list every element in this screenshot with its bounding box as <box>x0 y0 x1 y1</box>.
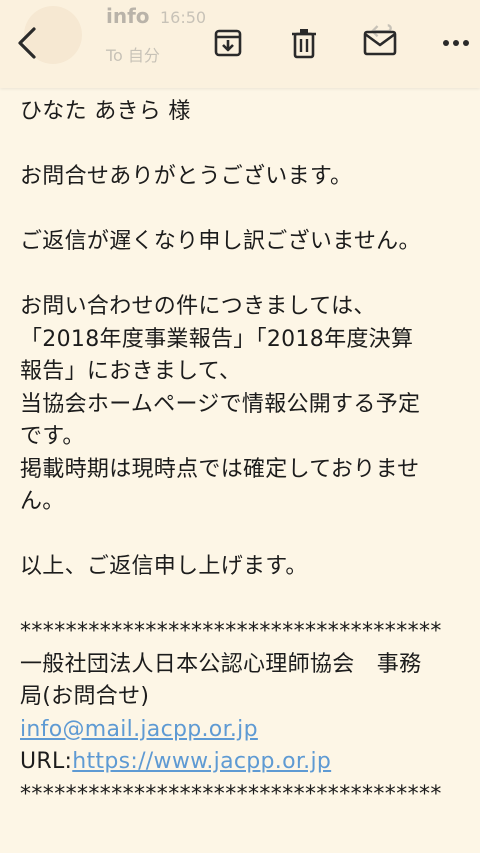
closing-line: 以上、ご返信申し上げます。 <box>20 554 308 579</box>
body-line: です。 <box>20 424 85 449</box>
signature-url-link[interactable]: https://www.jacpp.or.jp <box>72 749 331 774</box>
body-line: 「2018年度事業報告」「2018年度決算 <box>20 326 414 352</box>
signature-divider-top: ************************************* <box>20 619 442 644</box>
body-line: お問い合わせの件につきましては、 <box>20 294 376 319</box>
salutation: ひなた あきら 様 <box>20 99 191 124</box>
mail-icon <box>363 30 397 56</box>
archive-button[interactable] <box>208 20 248 66</box>
signature-org-line: 一般社団法人日本公認心理師協会 事務 <box>20 651 422 677</box>
more-button[interactable] <box>436 20 476 66</box>
signature-email-link[interactable]: info@mail.jacpp.or.jp <box>20 717 258 742</box>
chevron-left-icon <box>18 27 36 59</box>
mark-unread-button[interactable] <box>360 20 400 66</box>
body-line: 掲載時期は現時点では確定しておりませ <box>20 456 420 482</box>
email-toolbar: info 16:50 To 自分 ↩ <box>0 0 480 88</box>
body-line: 報告」におきまして、 <box>20 359 242 384</box>
url-label: URL: <box>20 749 73 774</box>
signature-email-row: info@mail.jacpp.or.jp <box>20 714 470 747</box>
thanks-line: お問合せありがとうございます。 <box>20 164 353 189</box>
message-body: ひなた あきら 様 お問合せありがとうございます。 ご返信が遅くなり申し訳ござい… <box>20 96 470 811</box>
more-horizontal-icon <box>443 40 469 46</box>
delete-button[interactable] <box>284 20 324 66</box>
recipient-line: To 自分 <box>106 46 160 65</box>
signature-divider-bottom: ************************************* <box>20 781 442 807</box>
signature-org-line: 局(お問合せ) <box>20 684 150 709</box>
sender-name: info <box>106 4 150 28</box>
message-time: 16:50 <box>160 8 207 27</box>
body-line: ん。 <box>20 489 65 514</box>
apology-line: ご返信が遅くなり申し訳ございません。 <box>20 229 421 254</box>
body-line: 当協会ホームページで情報公開する予定 <box>20 391 421 417</box>
trash-icon <box>292 29 316 59</box>
back-button[interactable] <box>8 20 48 66</box>
archive-icon <box>214 29 242 57</box>
signature-url-row: URL:https://www.jacpp.or.jp <box>20 746 470 779</box>
